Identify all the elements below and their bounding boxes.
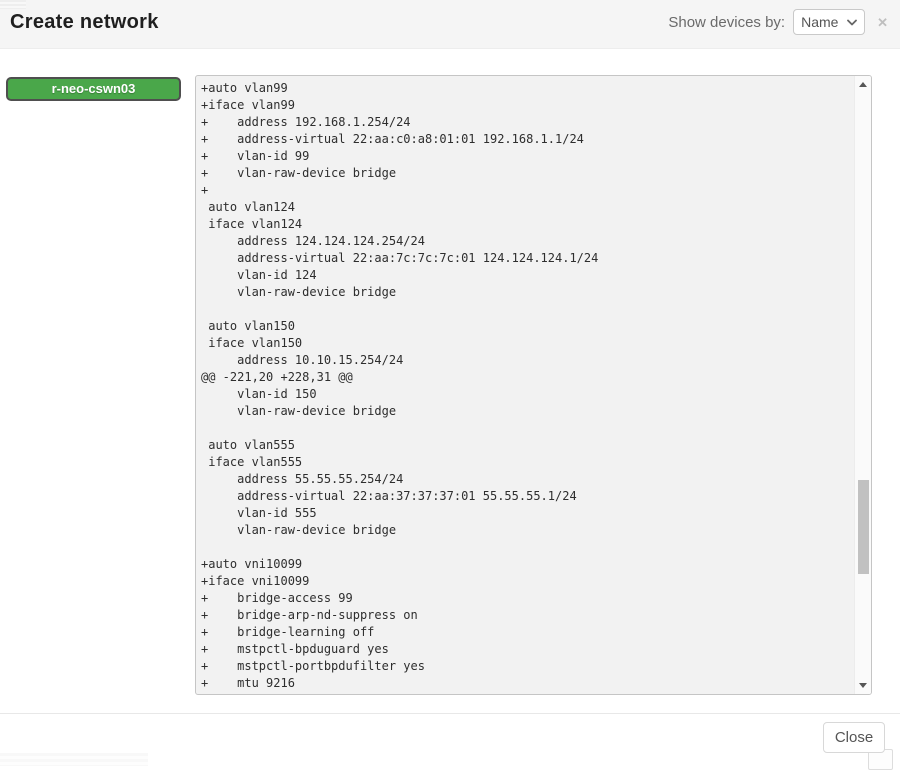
page-scrollbar-artifact-top-left	[0, 0, 26, 9]
config-diff-textarea[interactable]: +auto vlan99 +iface vlan99 + address 192…	[195, 75, 872, 695]
close-icon[interactable]: ✕	[877, 16, 888, 29]
scroll-up-arrow-icon[interactable]	[855, 76, 871, 93]
close-button[interactable]: Close	[823, 722, 885, 753]
device-button[interactable]: r-neo-cswn03	[6, 77, 181, 101]
show-devices-select-value: Name	[801, 14, 838, 30]
create-network-dialog: Create network Show devices by: Name ✕ r…	[0, 0, 900, 770]
footer-divider	[0, 713, 900, 714]
chevron-down-icon	[847, 13, 857, 31]
scrollbar-thumb[interactable]	[858, 480, 869, 574]
page-scrollbar-artifact-bottom-left	[0, 753, 148, 766]
show-devices-by-label: Show devices by:	[668, 14, 785, 31]
dialog-header: Create network Show devices by: Name ✕	[0, 0, 900, 49]
page-title: Create network	[10, 11, 159, 34]
header-controls: Show devices by: Name ✕	[668, 8, 888, 36]
show-devices-select[interactable]: Name	[793, 9, 865, 35]
config-diff-content: +auto vlan99 +iface vlan99 + address 192…	[196, 76, 854, 694]
textarea-scrollbar[interactable]	[854, 76, 871, 694]
scroll-down-arrow-icon[interactable]	[855, 677, 871, 694]
